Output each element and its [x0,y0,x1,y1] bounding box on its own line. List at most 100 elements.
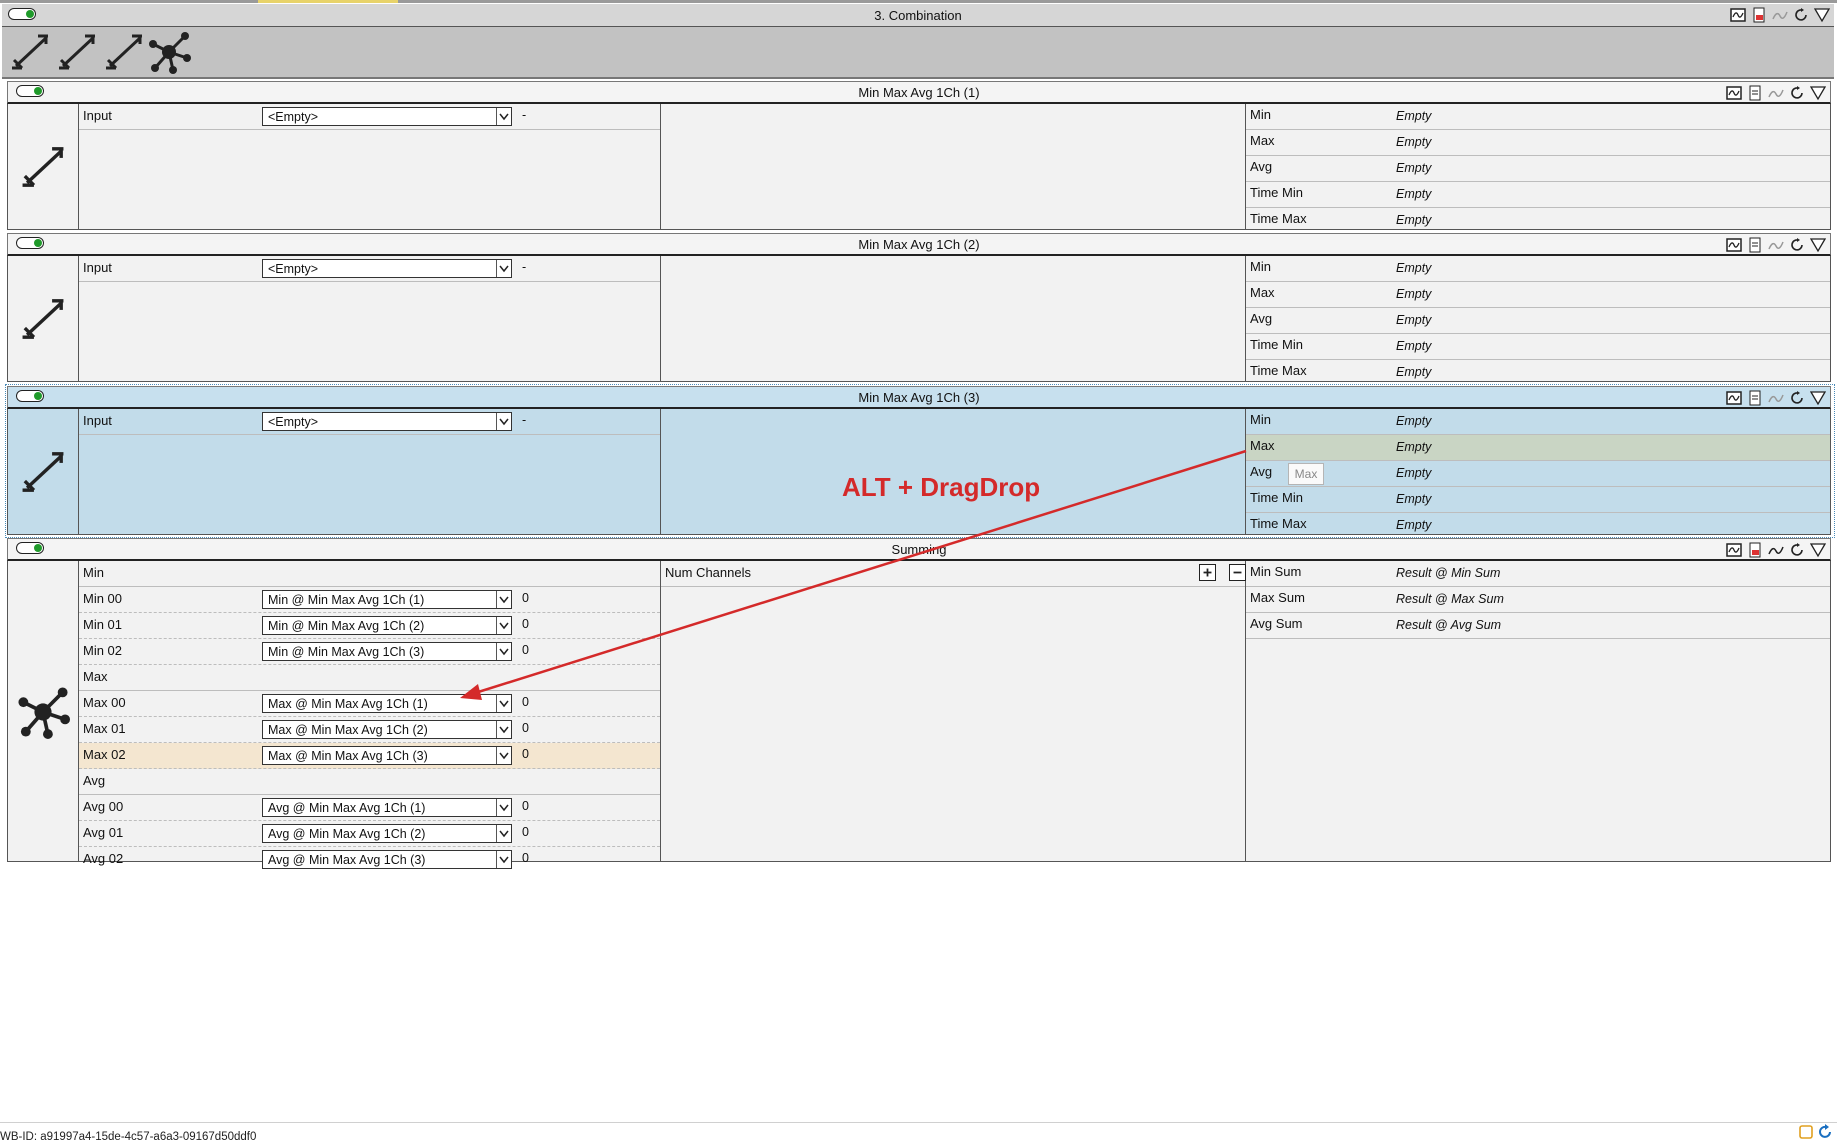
output-row[interactable]: Time Min Empty [1246,182,1830,208]
output-row-dragged[interactable]: Max Empty [1246,435,1830,461]
refresh-icon[interactable] [1793,7,1809,23]
input-select[interactable]: Max @ Min Max Avg 1Ch (3) [262,746,512,765]
input-row: Avg 00 Avg @ Min Max Avg 1Ch (1) 0 [79,795,660,821]
input-select[interactable]: Min @ Min Max Avg 1Ch (2) [262,616,512,635]
refresh-icon[interactable] [1789,237,1805,253]
output-row[interactable]: Min Sum Result @ Min Sum [1246,561,1830,587]
group-header-max: Max [79,665,660,691]
output-row[interactable]: Avg Sum Result @ Avg Sum [1246,613,1830,639]
annotation-label: ALT + DragDrop [842,472,1041,502]
output-row[interactable]: Max Empty [1246,282,1830,308]
input-select[interactable]: Max @ Min Max Avg 1Ch (2) [262,720,512,739]
output-row[interactable]: Time Max Empty [1246,360,1830,385]
save-icon[interactable] [1747,542,1763,558]
output-row[interactable]: Time Min Empty [1246,334,1830,360]
output-row[interactable]: Avg Empty [1246,156,1830,182]
output-row[interactable]: Min Empty [1246,256,1830,282]
chevron-down-icon[interactable] [496,591,511,608]
signal-icon[interactable] [1768,85,1784,101]
output-row[interactable]: Time Max Empty [1246,513,1830,538]
filter-icon[interactable] [1810,390,1826,406]
summing-module-icon[interactable] [147,30,191,74]
input-select[interactable]: Max @ Min Max Avg 1Ch (1) [262,694,512,713]
module-title: Min Max Avg 1Ch (2) [858,237,980,252]
filter-icon[interactable] [1810,542,1826,558]
input-select[interactable]: <Empty> [262,107,512,126]
chevron-down-icon[interactable] [496,260,511,277]
sync-icon[interactable] [1817,1124,1833,1140]
input-row: Avg 02 Avg @ Min Max Avg 1Ch (3) 0 [83,850,529,869]
output-row[interactable]: Avg Max Empty [1246,461,1830,487]
module-header: Min Max Avg 1Ch (1) [7,81,1831,104]
chart-icon[interactable] [1726,390,1742,406]
chart-icon[interactable] [1730,7,1746,23]
module-title: Min Max Avg 1Ch (3) [858,390,980,405]
filter-icon[interactable] [1814,7,1830,23]
output-row[interactable]: Min Empty [1246,104,1830,130]
status-icons [1798,1124,1833,1140]
input-value-readout: - [522,413,527,427]
outputs-column: Min Empty Max Empty Avg Empty Time Min Empty… [1246,104,1830,229]
chevron-down-icon[interactable] [496,643,511,660]
workbook-header-icons [1730,7,1830,23]
min-max-module-icon[interactable] [55,30,99,74]
input-value-readout: - [522,260,527,274]
min-max-module-icon[interactable] [102,30,146,74]
input-row: Input <Empty> - [79,104,660,130]
input-select[interactable]: Avg @ Min Max Avg 1Ch (1) [262,798,512,817]
min-max-module-icon[interactable] [8,30,52,74]
filter-icon[interactable] [1810,85,1826,101]
output-row[interactable]: Min Empty [1246,409,1830,435]
chevron-down-icon[interactable] [496,617,511,634]
input-select[interactable]: <Empty> [262,412,512,431]
square-icon[interactable] [1798,1124,1814,1140]
refresh-icon[interactable] [1789,542,1805,558]
output-row[interactable]: Time Min Empty [1246,487,1830,513]
minus-icon[interactable] [1229,564,1246,581]
chevron-down-icon[interactable] [496,825,511,842]
output-row[interactable]: Max Empty [1246,130,1830,156]
chevron-down-icon[interactable] [496,695,511,712]
input-select[interactable]: Min @ Min Max Avg 1Ch (3) [262,642,512,661]
input-row: Input <Empty> - [79,256,660,282]
signal-icon[interactable] [1772,7,1788,23]
chevron-down-icon[interactable] [496,747,511,764]
signal-icon[interactable] [1768,542,1784,558]
min-max-module-icon [22,299,64,339]
save-icon[interactable] [1747,390,1763,406]
output-row[interactable]: Time Max Empty [1246,208,1830,233]
module-header-icons [1726,85,1826,101]
input-select[interactable]: Avg @ Min Max Avg 1Ch (2) [262,824,512,843]
module-title: Min Max Avg 1Ch (1) [858,85,980,100]
save-icon[interactable] [1747,237,1763,253]
output-row[interactable]: Avg Empty [1246,308,1830,334]
refresh-icon[interactable] [1789,85,1805,101]
signal-icon[interactable] [1768,237,1784,253]
module-body: Min Min 00 Min @ Min Max Avg 1Ch (1) 0 Min… [7,561,1831,869]
chevron-down-icon[interactable] [496,108,511,125]
module-toolbar [2,27,1834,79]
module-min-max-avg-2: Min Max Avg 1Ch (2) Input <Empty> - Min E… [7,233,1831,382]
chevron-down-icon[interactable] [496,799,511,816]
chart-icon[interactable] [1726,237,1742,253]
save-icon[interactable] [1751,7,1767,23]
input-select[interactable]: <Empty> [262,259,512,278]
module-header-icons [1726,237,1826,253]
chevron-down-icon[interactable] [496,721,511,738]
module-header: Summing [7,538,1831,561]
filter-icon[interactable] [1810,237,1826,253]
input-select[interactable]: Min @ Min Max Avg 1Ch (1) [262,590,512,609]
signal-icon[interactable] [1768,390,1784,406]
input-select[interactable]: Avg @ Min Max Avg 1Ch (3) [262,850,512,869]
module-title: Summing [891,542,947,557]
chart-icon[interactable] [1726,85,1742,101]
workbook-title: 3. Combination [874,8,962,23]
chevron-down-icon[interactable] [496,413,511,430]
output-row[interactable]: Max Sum Result @ Max Sum [1246,587,1830,613]
settings-column [661,256,1246,381]
plus-icon[interactable] [1199,564,1216,581]
save-icon[interactable] [1747,85,1763,101]
refresh-icon[interactable] [1789,390,1805,406]
chevron-down-icon[interactable] [496,851,511,868]
chart-icon[interactable] [1726,542,1742,558]
